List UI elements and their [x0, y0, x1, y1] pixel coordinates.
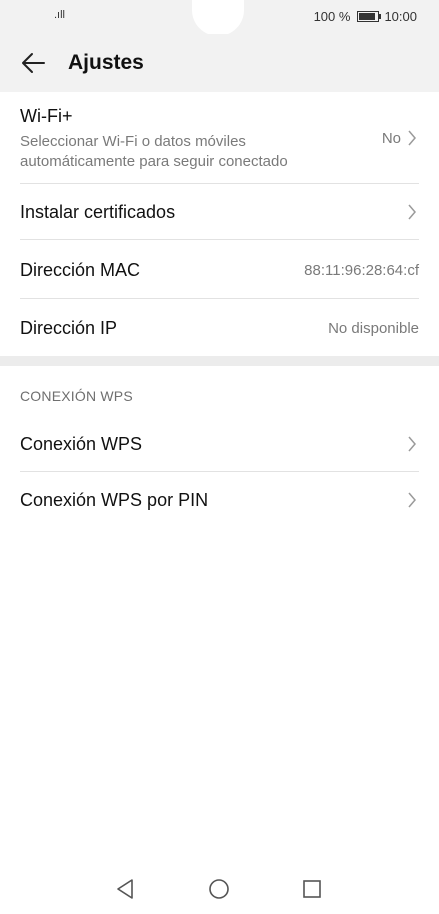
- wifi-plus-value: No: [381, 130, 401, 147]
- ip-address-label: Dirección IP: [20, 318, 118, 338]
- wps-section-title: CONEXIÓN WPS: [20, 388, 133, 404]
- wifi-plus-row[interactable]: Wi-Fi+ Seleccionar Wi-Fi o datos móviles…: [0, 92, 439, 184]
- system-nav-bar: [0, 868, 439, 914]
- circle-home-icon[interactable]: [208, 878, 230, 900]
- app-header: Ajustes: [0, 34, 439, 92]
- install-certificates-label: Instalar certificados: [20, 202, 176, 222]
- wps-connection-row[interactable]: Conexión WPS: [0, 416, 439, 472]
- mac-address-row: Dirección MAC 88:11:96:28:64:cf: [0, 240, 439, 298]
- wps-connection-label: Conexión WPS: [20, 434, 143, 454]
- chevron-right-icon: [408, 436, 416, 452]
- wifi-plus-description-line1: Seleccionar Wi-Fi o datos móviles: [20, 133, 246, 150]
- chevron-right-icon: [408, 204, 416, 220]
- battery-icon: [357, 11, 382, 22]
- wps-pin-connection-label: Conexión WPS por PIN: [20, 490, 209, 510]
- signal-icon: .ıll: [54, 9, 65, 21]
- arrow-left-icon[interactable]: [20, 51, 46, 75]
- clock: 10:00: [384, 9, 417, 24]
- battery-percent: 100 %: [313, 9, 351, 24]
- mac-address-value: 88:11:96:28:64:cf: [304, 262, 419, 279]
- status-right: 100 % 10:00: [314, 9, 417, 24]
- chevron-right-icon: [408, 492, 416, 508]
- triangle-back-icon[interactable]: [115, 878, 135, 900]
- install-certificates-row[interactable]: Instalar certificados: [0, 184, 439, 240]
- wps-pin-connection-row[interactable]: Conexión WPS por PIN: [0, 472, 439, 528]
- wifi-plus-label: Wi-Fi+: [20, 106, 73, 126]
- section-separator: [0, 356, 439, 366]
- page-title: Ajustes: [68, 51, 144, 74]
- ip-address-row: Dirección IP No disponible: [0, 299, 439, 357]
- wifi-plus-description-line2: automáticamente para seguir conectado: [20, 153, 288, 170]
- square-recents-icon[interactable]: [302, 878, 322, 900]
- mac-address-label: Dirección MAC: [20, 260, 141, 280]
- ip-address-value: No disponible: [328, 320, 419, 337]
- chevron-right-icon: [408, 130, 416, 146]
